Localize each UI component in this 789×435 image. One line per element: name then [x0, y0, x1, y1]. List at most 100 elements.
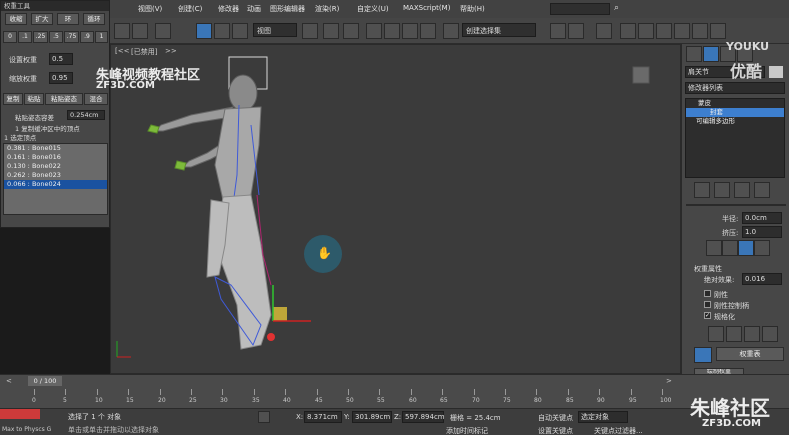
rigid-handles-checkbox[interactable] — [704, 301, 711, 308]
perspective-viewport[interactable]: [<< [已禁用] >> ✋ — [110, 44, 681, 374]
render-frame-icon[interactable] — [692, 23, 708, 39]
copy-button[interactable]: 复制 — [3, 93, 23, 105]
pivot-icon[interactable] — [302, 23, 318, 39]
set-weight-spinner[interactable]: 0.5 — [49, 53, 73, 65]
spinner-snap-icon[interactable] — [420, 23, 436, 39]
max-to-physics-button[interactable]: Max to Physcs G — [2, 426, 51, 433]
envelope-b-icon[interactable] — [722, 240, 738, 256]
list-item-selected[interactable]: 0.066 : Bone024 — [4, 180, 107, 189]
envelope-c-icon[interactable] — [738, 240, 754, 256]
undo-icon[interactable] — [114, 23, 130, 39]
render-icon[interactable] — [710, 23, 726, 39]
window-crossing-icon[interactable] — [232, 23, 248, 39]
menu-animation[interactable]: 动画 — [247, 4, 261, 14]
menu-modifiers[interactable]: 修改器 — [218, 4, 239, 14]
paste-tolerance-field[interactable]: 0.254cm — [67, 110, 105, 120]
time-slider-thumb[interactable]: 0 / 100 — [28, 376, 62, 386]
menu-customize[interactable]: 自定义(U) — [357, 4, 389, 14]
radius-field[interactable]: 0.0cm — [742, 212, 782, 224]
modifier-list-dropdown[interactable]: 修改器列表 — [685, 82, 785, 94]
menu-help[interactable]: 帮助(H) — [460, 4, 485, 14]
schematic-view-icon[interactable] — [638, 23, 654, 39]
percent-snap-icon[interactable] — [402, 23, 418, 39]
redo-icon[interactable] — [132, 23, 148, 39]
select-region-icon[interactable] — [214, 23, 230, 39]
select-excluded-icon[interactable] — [744, 326, 760, 342]
lock-icon[interactable] — [258, 411, 270, 423]
mirror-icon[interactable] — [550, 23, 566, 39]
link-icon[interactable] — [155, 23, 171, 39]
show-end-result-icon[interactable] — [714, 182, 730, 198]
select-object-icon[interactable] — [196, 23, 212, 39]
key-filters-button[interactable]: 关键点过滤器... — [594, 426, 643, 435]
shrink-button[interactable]: 收缩 — [5, 13, 27, 25]
frame-ruler[interactable]: 0 5 10 15 20 25 30 35 40 45 50 55 60 65 70 75 80 85 90 95 10… — [32, 389, 672, 407]
auto-key-button[interactable]: 自动关键点 — [538, 413, 573, 423]
material-editor-icon[interactable] — [656, 23, 672, 39]
select-manipulate-icon[interactable] — [343, 23, 359, 39]
window-title[interactable]: 权重工具 — [1, 1, 109, 11]
weight-1-button[interactable]: 1 — [95, 31, 108, 43]
weight-table-button[interactable]: 权重表 — [716, 347, 784, 361]
menu-maxscript[interactable]: MAXScript(M) — [403, 4, 450, 12]
scale-weight-button[interactable]: 缩放权重 — [9, 74, 37, 84]
squash-field[interactable]: 1.0 — [742, 226, 782, 238]
paste-pose-button[interactable]: 粘贴姿态 — [45, 93, 83, 105]
selected-object-dropdown[interactable]: 选定对象 — [578, 411, 628, 423]
set-weight-button[interactable]: 设置权重 — [9, 55, 37, 65]
search-icon[interactable]: ⌕ — [614, 3, 626, 15]
abs-effect-field[interactable]: 0.016 — [742, 273, 782, 285]
weight-075-button[interactable]: .75 — [64, 31, 79, 43]
modifier-stack[interactable]: 蒙皮 封套 可编辑多边形 — [685, 98, 785, 178]
bone-weight-list[interactable]: 0.381 : Bone015 0.161 : Bone016 0.130 : … — [3, 143, 108, 215]
weight-0-button[interactable]: 0 — [3, 31, 17, 43]
character-mesh[interactable] — [111, 45, 682, 375]
remove-modifier-icon[interactable] — [754, 182, 770, 198]
named-selection-dropdown[interactable]: 创建选择集 — [462, 23, 536, 37]
y-coord-field[interactable]: 301.89cm — [352, 411, 392, 423]
timeline[interactable]: < 0 / 100 > 0 5 10 15 20 25 30 35 40 45 50 55 60 65 70… — [0, 374, 789, 408]
list-item[interactable]: 0.381 : Bone015 — [4, 144, 107, 153]
rigid-checkbox[interactable] — [704, 290, 711, 297]
stack-item-envelope[interactable]: 封套 — [686, 108, 784, 117]
stack-item-skin[interactable]: 蒙皮 — [686, 99, 784, 108]
set-key-button[interactable]: 设置关键点 — [538, 426, 573, 435]
add-time-tag-button[interactable]: 添加时间标记 — [446, 426, 488, 435]
weight-025-button[interactable]: .25 — [33, 31, 48, 43]
modify-tab-icon[interactable] — [703, 46, 719, 62]
align-icon[interactable] — [568, 23, 584, 39]
menu-graph-editors[interactable]: 图形编辑器 — [270, 4, 305, 14]
time-slider-left-icon[interactable]: < — [6, 377, 26, 387]
list-item[interactable]: 0.161 : Bone016 — [4, 153, 107, 162]
blend-button[interactable]: 混合 — [84, 93, 108, 105]
stack-item-editable-poly[interactable]: 可编辑多边形 — [686, 117, 784, 126]
normalize-checkbox[interactable]: ✓ — [704, 312, 711, 319]
grow-button[interactable]: 扩大 — [31, 13, 53, 25]
weight-tool-icon[interactable] — [694, 347, 712, 363]
list-item[interactable]: 0.130 : Bone022 — [4, 162, 107, 171]
scale-weight-spinner[interactable]: 0.95 — [49, 72, 73, 84]
object-color-swatch[interactable] — [769, 66, 783, 78]
menu-view[interactable]: 视图(V) — [138, 4, 162, 14]
envelope-d-icon[interactable] — [754, 240, 770, 256]
loop-button[interactable]: 循环 — [83, 13, 105, 25]
envelope-a-icon[interactable] — [706, 240, 722, 256]
paste-button[interactable]: 粘贴 — [24, 93, 44, 105]
list-item[interactable]: 0.262 : Bone023 — [4, 171, 107, 180]
curve-editor-icon[interactable] — [620, 23, 636, 39]
pin-stack-icon[interactable] — [694, 182, 710, 198]
exclude-verts-icon[interactable] — [708, 326, 724, 342]
render-setup-icon[interactable] — [674, 23, 690, 39]
move-icon[interactable] — [323, 23, 339, 39]
weight-05-button[interactable]: .5 — [49, 31, 63, 43]
weight-09-button[interactable]: .9 — [80, 31, 94, 43]
weight-01-button[interactable]: .1 — [18, 31, 32, 43]
search-field[interactable] — [550, 3, 610, 15]
z-coord-field[interactable]: 597.894cm — [402, 411, 445, 423]
time-slider-right-icon[interactable]: > — [666, 377, 676, 387]
menu-rendering[interactable]: 渲染(R) — [315, 4, 339, 14]
create-tab-icon[interactable] — [686, 46, 702, 62]
ring-button[interactable]: 环 — [57, 13, 79, 25]
x-coord-field[interactable]: 8.371cm — [304, 411, 342, 423]
edit-named-selection-icon[interactable] — [443, 23, 459, 39]
